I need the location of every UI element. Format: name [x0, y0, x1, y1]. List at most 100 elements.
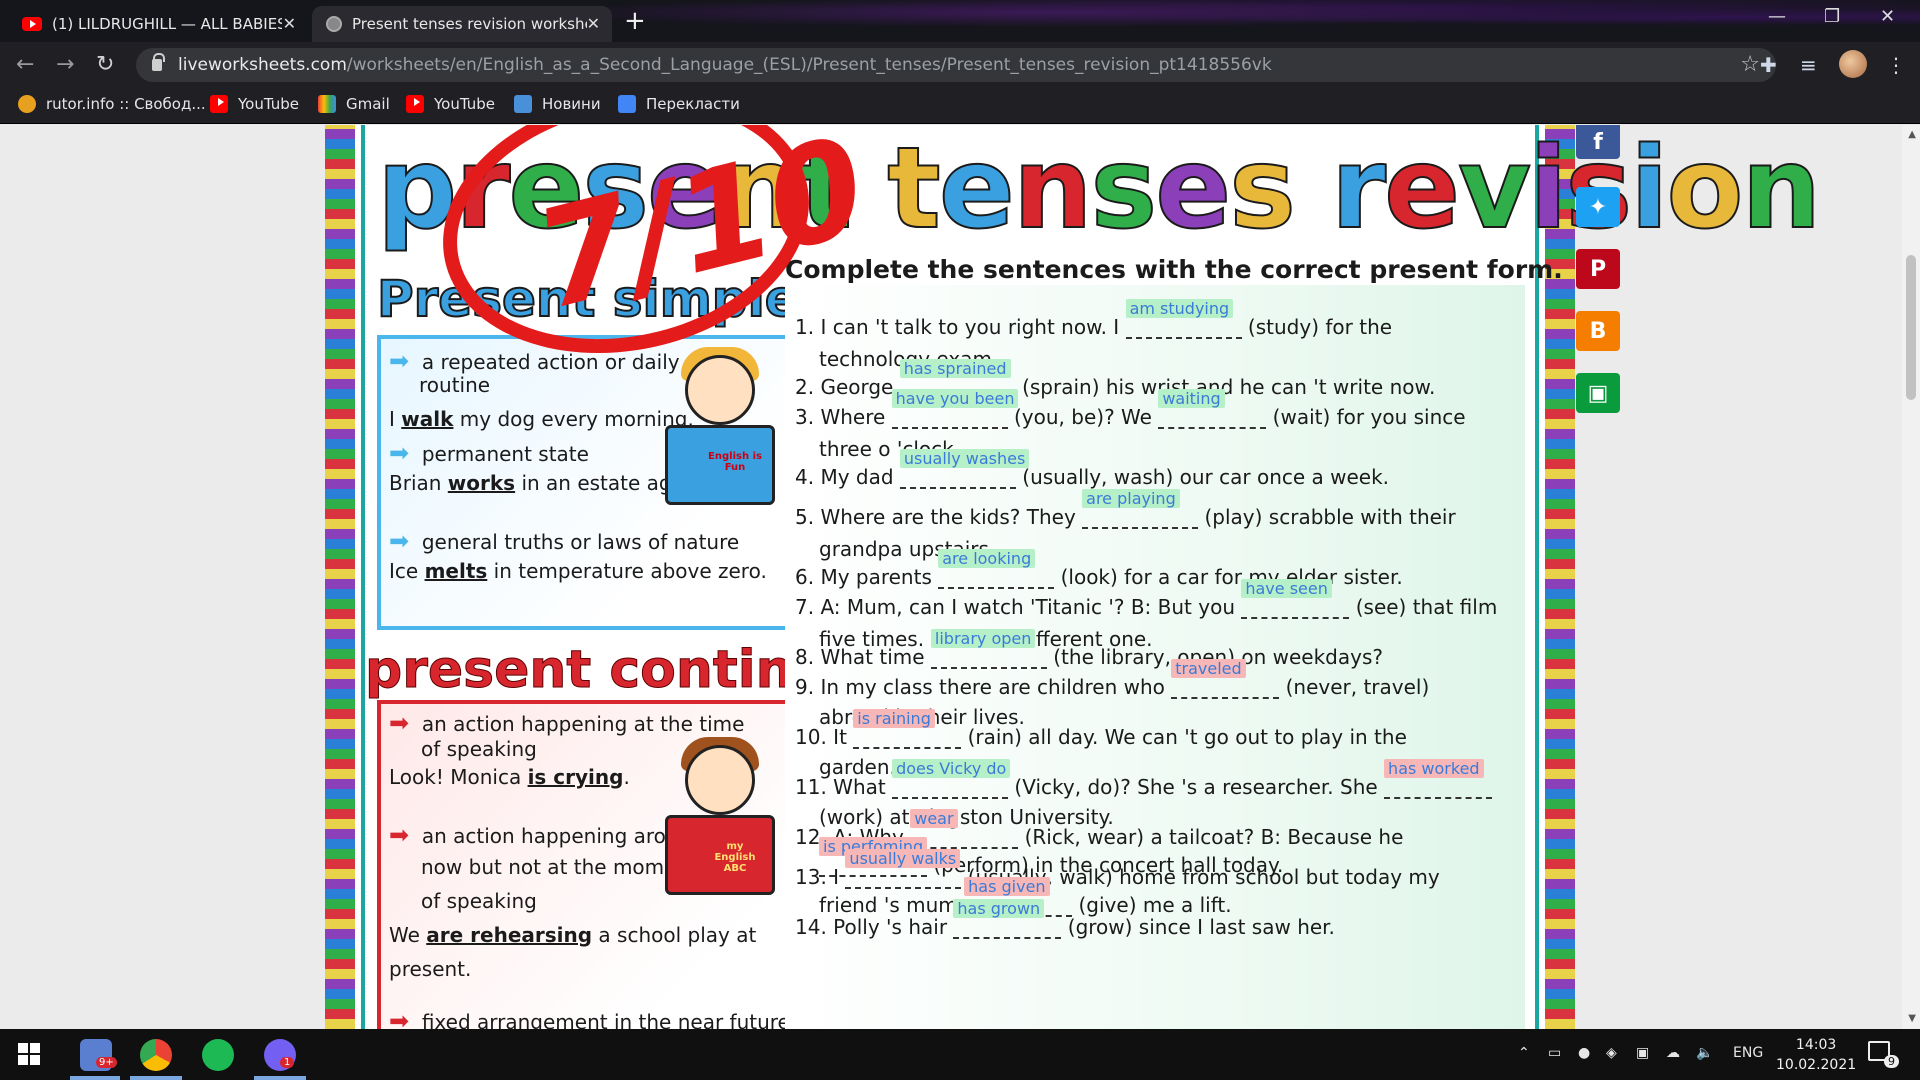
question-text: (play) scrabble with their — [1198, 505, 1456, 529]
title-letter: s — [1090, 125, 1159, 254]
scroll-up-icon[interactable]: ▲ — [1908, 129, 1916, 140]
question-line: 7. A: Mum, can I watch 'Titanic '? B: Bu… — [795, 579, 1498, 619]
twitter-share-button[interactable]: ✦ — [1576, 187, 1620, 227]
question-text: (see) that film — [1349, 595, 1498, 619]
wrong-answer: is raining — [853, 709, 935, 728]
active-indicator — [130, 1076, 182, 1080]
tab-worksheet[interactable]: Present tenses revision worksheet ✕ — [312, 6, 612, 42]
chrome-icon[interactable] — [140, 1039, 172, 1071]
wrong-answer: traveled — [1171, 659, 1246, 678]
scroll-thumb[interactable] — [1906, 255, 1916, 400]
question-text: (give) me a lift. — [1072, 893, 1232, 917]
close-window-icon[interactable]: ✕ — [1880, 6, 1895, 27]
facebook-share-button[interactable]: f — [1576, 125, 1620, 159]
avatar[interactable] — [1839, 50, 1867, 78]
notification-badge: 9 — [1884, 1055, 1899, 1068]
media-icon[interactable]: ≡ — [1800, 53, 1817, 77]
star-icon[interactable]: ☆ — [1740, 52, 1760, 77]
pinterest-share-button[interactable]: P — [1576, 249, 1620, 289]
tab-youtube[interactable]: (1) LILDRUGHILL — ALL BABIES F ✕ — [8, 6, 308, 42]
language-indicator[interactable]: ENG — [1733, 1045, 1763, 1061]
bookmark-gmail[interactable]: Gmail — [318, 95, 390, 113]
windows-start-icon[interactable] — [18, 1043, 40, 1065]
microphone-icon[interactable]: ● — [1578, 1045, 1590, 1061]
scrollbar[interactable]: ▲ ▼ — [1902, 125, 1920, 1029]
example-sentence: Ice melts in temperature above zero. — [389, 559, 767, 583]
cloud-icon[interactable]: ☁ — [1666, 1045, 1680, 1061]
arrow-icon: ➡ — [389, 347, 410, 375]
puzzle-icon[interactable]: ✚ — [1760, 53, 1777, 77]
twitter-icon: ✦ — [1588, 194, 1608, 220]
rule-line: now but not at the moment — [421, 855, 697, 879]
minimize-icon[interactable]: — — [1768, 6, 1786, 27]
title-letter: n — [1012, 125, 1094, 254]
question-text: (you, be)? We — [1007, 405, 1159, 429]
clock[interactable]: 14:03 10.02.2021 — [1776, 1035, 1856, 1075]
answer-blank[interactable]: are playing — [1082, 489, 1199, 529]
chevron-up-icon[interactable]: ⌃ — [1518, 1045, 1530, 1061]
youtube-icon — [406, 95, 424, 113]
worksheet: present tenses revision Present simple ➡… — [325, 125, 1822, 1029]
title-letter: i — [1528, 125, 1568, 254]
title-letter: e — [938, 125, 1016, 254]
answer-blank[interactable]: am studying — [1125, 299, 1242, 339]
answer-blank[interactable]: have seen — [1241, 579, 1350, 619]
correct-answer: usually washes — [899, 449, 1030, 468]
restore-icon[interactable]: ❐ — [1824, 6, 1840, 27]
back-icon[interactable]: ← — [16, 52, 34, 77]
question-line: 11. What does Vicky do (Vicky, do)? She … — [795, 759, 1493, 799]
bookmark-translate[interactable]: Перекласти — [618, 95, 740, 113]
answer-blank[interactable]: are looking — [938, 549, 1055, 589]
classroom-share-button[interactable]: ▣ — [1576, 373, 1620, 413]
answer-blank[interactable]: library open — [930, 629, 1047, 669]
book-label: my English ABC — [714, 841, 756, 874]
tile-shape — [30, 1043, 40, 1053]
blogger-share-button[interactable]: B — [1576, 311, 1620, 351]
rule-line: ➡ general truths or laws of nature — [389, 527, 740, 555]
close-icon[interactable]: ✕ — [283, 14, 296, 33]
battery-icon[interactable]: ▭ — [1548, 1045, 1561, 1061]
question-text: 10. It — [795, 725, 854, 749]
question-line: 9. In my class there are children who tr… — [795, 659, 1429, 699]
question-line: 3. Where have you been (you, be)? We wai… — [795, 389, 1466, 429]
spotify-icon[interactable] — [202, 1039, 234, 1071]
bookmark-youtube[interactable]: YouTube — [210, 95, 299, 113]
address-bar[interactable]: liveworksheets.com/worksheets/en/English… — [136, 48, 1776, 82]
title-letter: e — [1383, 125, 1461, 254]
face-shape — [685, 745, 755, 815]
answer-blank[interactable]: waiting — [1158, 389, 1267, 429]
tab-bar: (1) LILDRUGHILL — ALL BABIES F ✕ Present… — [0, 0, 1920, 42]
tile-shape — [30, 1055, 40, 1065]
answer-blank[interactable]: has worked — [1384, 759, 1493, 799]
answer-blank[interactable]: has grown — [953, 899, 1062, 939]
question-text: (Vicky, do)? She 's a researcher. She — [1008, 775, 1385, 799]
shield-icon[interactable]: ◈ — [1606, 1045, 1617, 1061]
forward-icon[interactable]: → — [56, 52, 74, 77]
correct-answer: are looking — [938, 549, 1036, 568]
answer-blank[interactable]: usually washes — [899, 449, 1030, 489]
rutor-icon — [18, 95, 36, 113]
answer-blank[interactable]: is raining — [853, 709, 962, 749]
question-text: 14. Polly 's hair — [795, 915, 954, 939]
browser-toolbar: ← → ↻ liveworksheets.com/worksheets/en/E… — [0, 42, 1920, 88]
speaker-icon[interactable]: 🔈 — [1696, 1045, 1713, 1061]
answer-blank[interactable]: traveled — [1171, 659, 1280, 699]
menu-icon[interactable]: ⋮ — [1886, 53, 1906, 77]
bookmark-youtube-2[interactable]: YouTube — [406, 95, 495, 113]
title-letter: e — [1154, 125, 1232, 254]
answer-blank[interactable]: have you been — [891, 389, 1019, 429]
bookmark-news[interactable]: Новини — [514, 95, 601, 113]
question-line: 10. It is raining (rain) all day. We can… — [795, 709, 1407, 749]
answer-blank[interactable]: usually walks — [845, 849, 962, 889]
network-icon[interactable]: ▣ — [1636, 1045, 1649, 1061]
new-tab-button[interactable]: + — [624, 6, 646, 36]
close-icon[interactable]: ✕ — [587, 14, 600, 33]
gmail-icon — [318, 95, 336, 113]
rule-line: ➡ an action happening around — [389, 821, 704, 849]
decorative-border — [325, 125, 355, 1029]
answer-blank[interactable]: does Vicky do — [892, 759, 1011, 799]
bookmark-rutor[interactable]: rutor.info :: Свобод... — [18, 95, 206, 113]
scroll-down-icon[interactable]: ▼ — [1908, 1013, 1916, 1024]
reload-icon[interactable]: ↻ — [96, 52, 114, 77]
worksheet-content: present tenses revision Present simple ➡… — [361, 125, 1822, 1029]
